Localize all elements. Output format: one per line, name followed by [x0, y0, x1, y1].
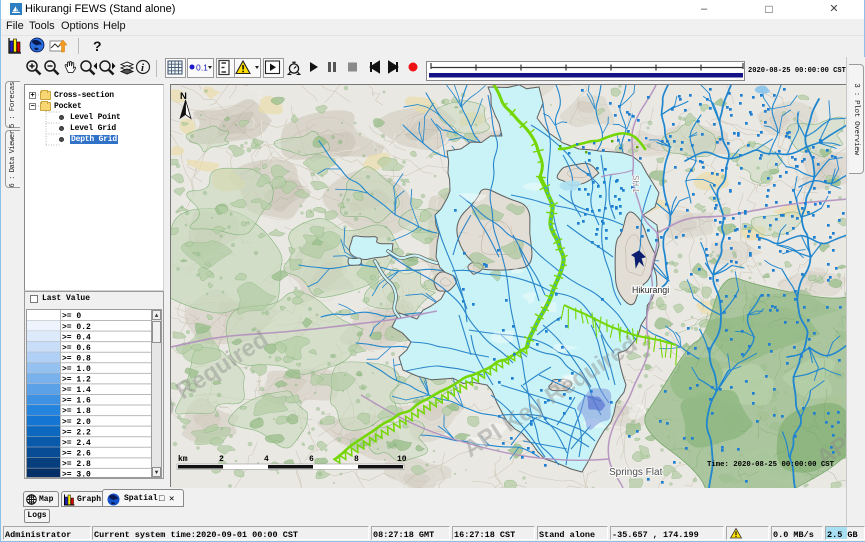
svg-text:>= 1.0: >= 1.0: [62, 365, 91, 374]
svg-text:>= 1.6: >= 1.6: [62, 397, 91, 406]
svg-text:>= 1.4: >= 1.4: [62, 386, 91, 395]
svg-text:>= 0.8: >= 0.8: [62, 354, 91, 363]
svg-text:>= 1.2: >= 1.2: [62, 376, 91, 385]
svg-text:>= 2.4: >= 2.4: [62, 439, 91, 448]
svg-text:4: 4: [264, 455, 269, 464]
svg-text:8: 8: [354, 455, 359, 464]
svg-text:>= 2.2: >= 2.2: [62, 428, 91, 437]
svg-text:2020-08-25 00:00:00 CST: 2020-08-25 00:00:00 CST: [748, 67, 847, 75]
svg-text:>= 1.8: >= 1.8: [62, 407, 91, 416]
svg-text:?: ?: [93, 38, 102, 54]
svg-text:km: km: [178, 455, 188, 464]
svg-text:Springs Flat: Springs Flat: [609, 467, 663, 478]
svg-text:i: i: [141, 62, 145, 74]
svg-text:0.1: 0.1: [196, 63, 208, 73]
svg-text:>= 0: >= 0: [62, 312, 81, 321]
svg-text:Hikurangi: Hikurangi: [632, 285, 669, 295]
svg-text:Time: 2020-08-25 00:00:00 CST: Time: 2020-08-25 00:00:00 CST: [707, 461, 835, 469]
svg-text:>= 0.6: >= 0.6: [62, 344, 91, 353]
svg-text:>= 0.4: >= 0.4: [62, 333, 91, 342]
svg-text:SH 1: SH 1: [631, 175, 640, 193]
svg-text:>= 2.8: >= 2.8: [62, 460, 91, 469]
svg-text:6: 6: [309, 455, 314, 464]
svg-text:>= 2.6: >= 2.6: [62, 449, 91, 458]
svg-text:10: 10: [397, 455, 407, 464]
svg-text:>= 0.2: >= 0.2: [62, 323, 91, 332]
svg-text:>= 2.0: >= 2.0: [62, 418, 91, 427]
svg-text:2: 2: [219, 455, 224, 464]
svg-text:>= 3.0: >= 3.0: [62, 471, 91, 477]
